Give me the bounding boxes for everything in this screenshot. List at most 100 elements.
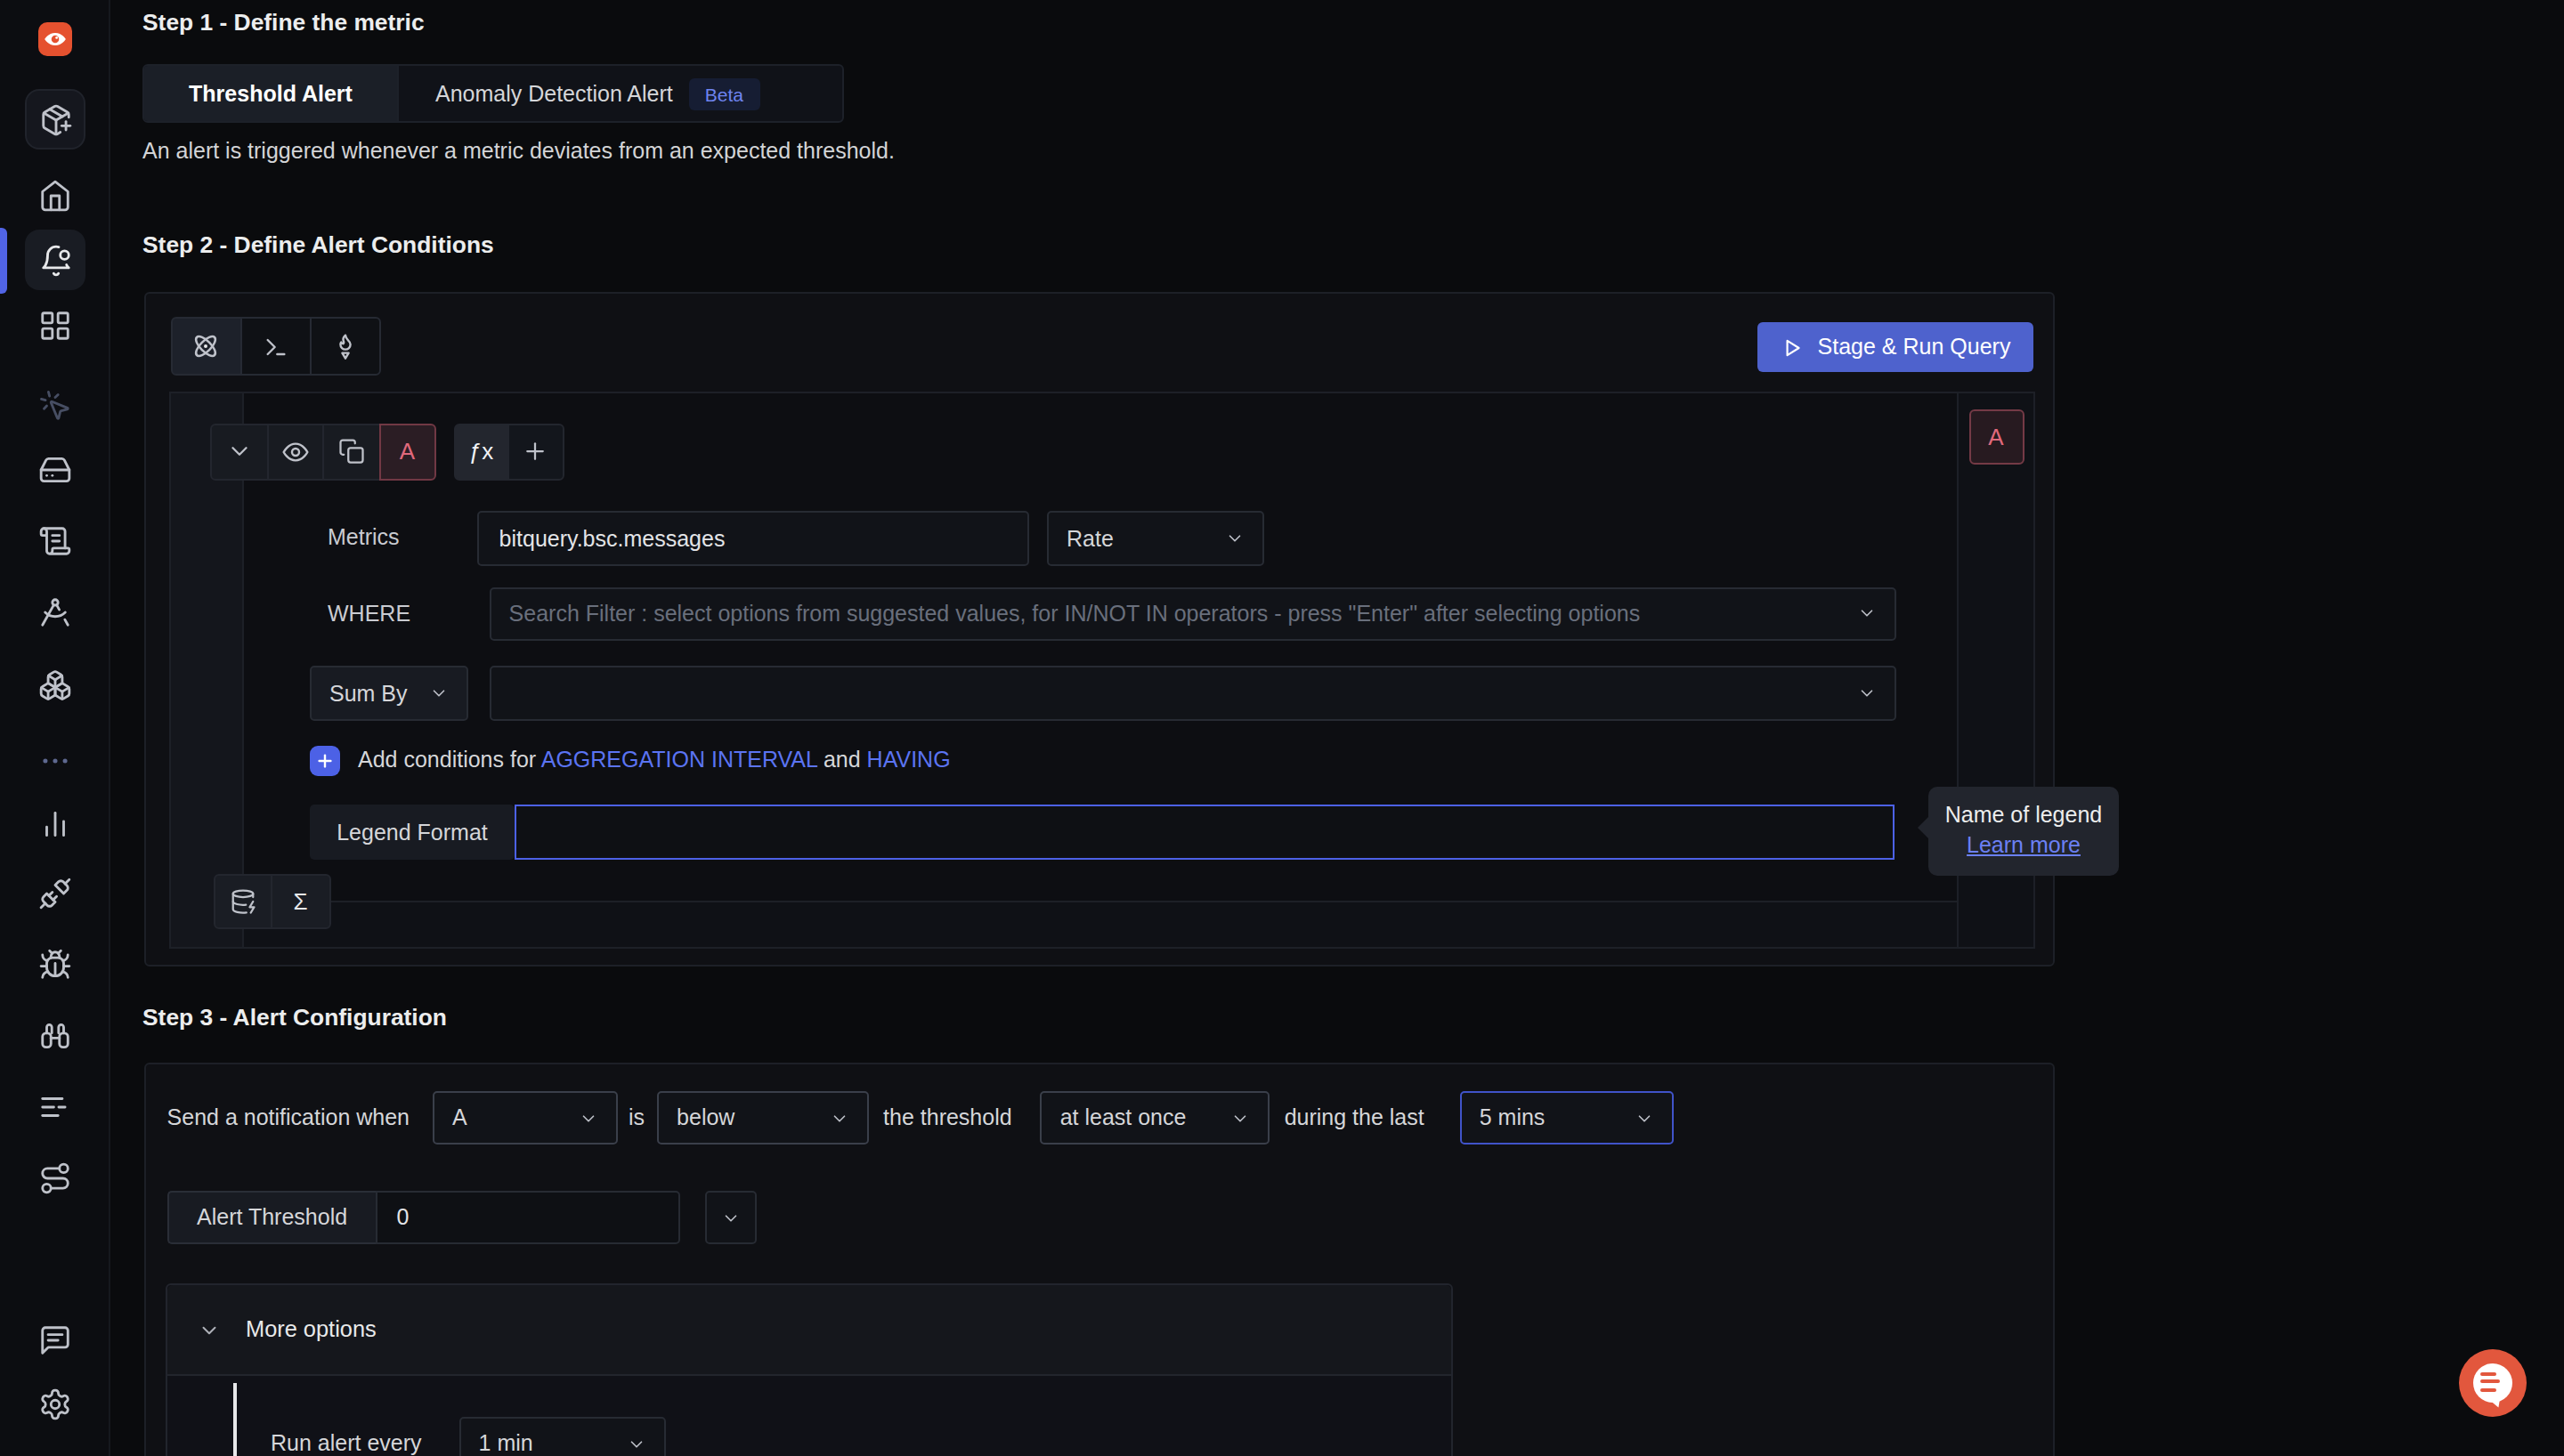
query-builder-tab[interactable] [170, 317, 241, 376]
stage-run-query-button[interactable]: Stage & Run Query [1757, 322, 2033, 372]
where-filter-input[interactable]: Search Filter : select options from sugg… [490, 587, 1896, 641]
query-name-cell[interactable]: A [378, 423, 436, 480]
sidebar-item-infrastructure[interactable] [38, 453, 72, 487]
chevron-down-icon [226, 438, 253, 465]
match-type-select[interactable]: at least once [1041, 1091, 1270, 1145]
plus-icon [523, 438, 549, 465]
sidebar-item-feedback[interactable] [38, 1323, 72, 1357]
list-lines-icon [38, 1090, 72, 1124]
sidebar-item-traces[interactable] [38, 595, 72, 629]
beta-badge: Beta [689, 77, 759, 109]
eye-icon [281, 437, 310, 465]
chevron-down-icon [1231, 1108, 1251, 1128]
scroll-text-icon [38, 524, 72, 558]
database-zap-icon [230, 887, 256, 914]
sidebar-item-get-started[interactable] [25, 89, 85, 150]
preview-query-button[interactable] [266, 423, 324, 480]
terminal-icon [261, 332, 289, 360]
copy-icon [338, 438, 365, 465]
chevron-down-icon [627, 1434, 646, 1453]
step3-title: Step 3 - Alert Configuration [142, 1004, 447, 1031]
sidebar-item-metrics[interactable] [38, 807, 72, 841]
more-options-header[interactable]: More options [167, 1285, 1451, 1376]
grid-icon [38, 309, 72, 343]
signoz-logo-icon[interactable] [38, 22, 72, 56]
sidebar-item-alerts[interactable] [25, 230, 85, 290]
aggregation-interval-link[interactable]: AGGREGATION INTERVAL [541, 748, 817, 772]
chevron-down-icon [429, 684, 449, 703]
clickhouse-query-tab[interactable] [239, 317, 311, 376]
step2-title: Step 2 - Define Alert Conditions [142, 231, 494, 258]
sidebar-item-service-map[interactable] [38, 1161, 72, 1195]
flame-icon [330, 332, 359, 360]
unplug-icon [38, 877, 72, 910]
bug-icon [38, 948, 72, 982]
learn-more-link[interactable]: Learn more [1967, 833, 2081, 858]
route-icon [38, 1161, 72, 1195]
sidebar-item-views[interactable] [38, 1090, 72, 1124]
query-a-badge[interactable]: A [1968, 408, 2024, 464]
gear-icon [38, 1387, 72, 1421]
sidebar-item-integrations[interactable] [38, 877, 72, 910]
sidebar-item-more[interactable] [38, 744, 72, 783]
add-conditions-row: Add conditions for AGGREGATION INTERVAL … [310, 745, 951, 775]
operator-select[interactable]: below [657, 1091, 869, 1145]
sidebar-item-logs[interactable] [38, 524, 72, 558]
tab-anomaly-detection[interactable]: Anomaly Detection Alert Beta [399, 66, 842, 121]
hard-drive-icon [38, 453, 72, 487]
legend-tooltip: Name of legend Learn more [1928, 786, 2119, 875]
chevron-down-icon [1857, 684, 1877, 703]
sum-by-select[interactable]: Sum By [310, 666, 468, 721]
sidebar-item-exceptions[interactable] [38, 948, 72, 982]
drafting-compass-icon [38, 595, 72, 629]
sidebar-item-events[interactable] [38, 389, 72, 423]
alert-config-panel: Send a notification when A is below the … [144, 1063, 2055, 1456]
sum-by-values-select[interactable] [490, 666, 1896, 721]
chevron-down-icon [1225, 529, 1245, 548]
threshold-unit-select[interactable] [705, 1191, 757, 1244]
alert-threshold-input[interactable]: 0 [376, 1191, 680, 1244]
more-options-content: Run alert every 1 min [167, 1376, 1451, 1456]
copy-query-button[interactable] [322, 423, 380, 480]
step1-description: An alert is triggered whenever a metric … [142, 139, 895, 164]
plus-icon [315, 750, 335, 770]
collapse-query-button[interactable] [210, 423, 268, 480]
datasource-button[interactable] [213, 873, 272, 928]
bell-icon [38, 243, 72, 277]
add-query-button[interactable] [507, 423, 564, 480]
where-label: WHERE [328, 601, 410, 626]
tab-threshold-alert[interactable]: Threshold Alert [144, 66, 399, 121]
sidebar-item-settings[interactable] [38, 1387, 72, 1421]
support-chat-button[interactable] [2459, 1348, 2527, 1416]
aggregation-select[interactable]: Rate [1047, 511, 1264, 566]
sidebar-item-explorer[interactable] [38, 1019, 72, 1053]
chevron-down-icon [198, 1318, 221, 1341]
boxes-icon [38, 668, 72, 702]
add-function-button[interactable]: ƒx [453, 423, 509, 480]
promql-tab[interactable] [309, 317, 380, 376]
legend-format-input[interactable] [515, 805, 1895, 861]
metric-select[interactable]: A [433, 1091, 618, 1145]
sidebar-item-dashboards[interactable] [38, 309, 72, 343]
frequency-select[interactable]: 1 min [459, 1417, 666, 1456]
message-square-icon [38, 1323, 72, 1357]
add-condition-button[interactable] [310, 745, 340, 775]
query-controls: A [210, 423, 436, 480]
step1-title: Step 1 - Define the metric [142, 9, 425, 36]
option-indent-bar [232, 1383, 237, 1456]
query-footer [243, 900, 1956, 946]
pointer-click-icon [38, 389, 72, 423]
having-link[interactable]: HAVING [867, 748, 951, 772]
query-panel: Stage & Run Query A A [144, 292, 2055, 967]
chat-bubble-icon [2473, 1363, 2512, 1402]
sigma-button[interactable]: Σ [271, 873, 330, 928]
chevron-down-icon [830, 1108, 849, 1128]
evaluation-window-select[interactable]: 5 mins [1460, 1091, 1674, 1145]
sidebar-item-home[interactable] [38, 179, 72, 213]
chevron-down-icon [1635, 1108, 1654, 1128]
package-plus-icon [38, 102, 72, 136]
alert-threshold-label: Alert Threshold [167, 1191, 376, 1244]
metrics-input[interactable]: bitquery.bsc.messages [478, 511, 1030, 566]
sidebar-item-services[interactable] [38, 668, 72, 702]
sidebar-active-indicator [0, 228, 7, 294]
